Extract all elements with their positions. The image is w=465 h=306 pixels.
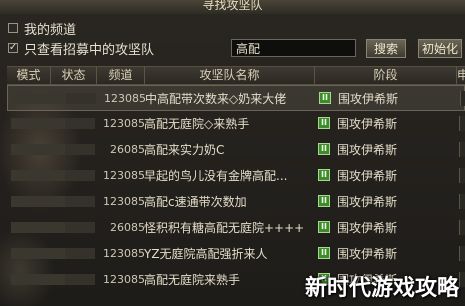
status-cell xyxy=(65,196,95,207)
apply-button[interactable] xyxy=(460,91,465,106)
mode-cell xyxy=(11,118,65,129)
search-input[interactable] xyxy=(231,39,356,57)
apply-button[interactable] xyxy=(459,194,465,209)
my-channel-checkbox[interactable] xyxy=(8,23,18,33)
team-name-cell: 早起的鸟儿没有金牌高配... xyxy=(144,169,288,183)
my-channel-label: 我的频道 xyxy=(24,22,77,38)
stage-cell: 围攻伊希斯 xyxy=(337,195,398,209)
channel-cell: 123085 xyxy=(103,117,145,130)
status-cell xyxy=(65,274,95,285)
status-cell xyxy=(65,118,95,129)
channel-cell: 123085 xyxy=(103,195,145,208)
mode-cell xyxy=(11,170,65,181)
stage-cell: 围攻伊希斯 xyxy=(338,92,399,106)
status-cell xyxy=(65,144,95,155)
col-apply[interactable]: 申 xyxy=(457,67,465,84)
channel-cell: 123085 xyxy=(104,92,146,105)
channel-cell: 26085 xyxy=(110,221,145,234)
team-name-cell: 高配无庭院◇来熟手 xyxy=(144,117,250,131)
table-row[interactable]: 123085 YZ无庭院高配强折来人 II 围攻伊希斯 xyxy=(7,241,465,267)
team-name-cell: 高配c速通带次数加 xyxy=(144,195,247,209)
my-channel-option[interactable]: 我的频道 xyxy=(8,19,77,38)
team-name-cell: 中高配带次数来◇奶来大佬 xyxy=(145,92,287,106)
mode-cell xyxy=(11,274,65,285)
table-row[interactable]: 123085 高配c速通带次数加 II 围攻伊希斯 xyxy=(7,189,465,215)
col-status[interactable]: 状态 xyxy=(51,67,97,84)
status-cell xyxy=(65,170,95,181)
apply-button[interactable] xyxy=(459,272,465,287)
stage-cell: 围攻伊希斯 xyxy=(337,169,398,183)
recruiting-status-icon: II xyxy=(318,117,330,129)
stage-cell: 围攻伊希斯 xyxy=(337,247,398,261)
status-cell xyxy=(66,93,96,104)
mode-cell xyxy=(11,144,65,155)
recruiting-status-icon: II xyxy=(318,221,330,233)
recruiting-only-option[interactable]: ✓ 只查看招募中的攻坚队 xyxy=(8,39,155,58)
channel-cell: 26085 xyxy=(110,143,145,156)
recruiting-status-icon: II xyxy=(318,169,330,181)
search-button[interactable]: 搜索 xyxy=(366,39,406,58)
table-header: 模式 状态 频道 攻坚队名称 阶段 申 xyxy=(7,66,465,85)
channel-cell: 123085 xyxy=(103,273,145,286)
stage-cell: 围攻伊希斯 xyxy=(337,143,398,157)
recruiting-status-icon: II xyxy=(319,92,331,104)
watermark: 新时代游戏攻略 xyxy=(304,276,459,301)
recruiting-only-checkbox[interactable]: ✓ xyxy=(8,43,18,53)
team-name-cell: YZ无庭院高配强折来人 xyxy=(144,247,268,261)
table-row[interactable]: 123085 中高配带次数来◇奶来大佬 II 围攻伊希斯 xyxy=(7,85,465,111)
status-cell xyxy=(65,222,95,233)
apply-button[interactable] xyxy=(459,246,465,261)
col-mode[interactable]: 模式 xyxy=(7,67,51,84)
team-name-cell: 高配无庭院来熟手 xyxy=(144,273,241,287)
col-team-name[interactable]: 攻坚队名称 xyxy=(145,67,315,84)
status-cell xyxy=(65,248,95,259)
channel-cell: 123085 xyxy=(103,247,145,260)
window-title: 寻找攻坚队 xyxy=(0,0,465,14)
table-row[interactable]: 26085 怪积积有糖高配无庭院++++ II 围攻伊希斯 xyxy=(7,215,465,241)
table-row[interactable]: 123085 早起的鸟儿没有金牌高配... II 围攻伊希斯 xyxy=(7,163,465,189)
apply-button[interactable] xyxy=(459,220,465,235)
team-name-cell: 高配来实力奶C xyxy=(144,143,225,157)
mode-cell xyxy=(11,196,65,207)
recruiting-status-icon: II xyxy=(318,143,330,155)
stage-cell: 围攻伊希斯 xyxy=(337,117,398,131)
apply-button[interactable] xyxy=(459,168,465,183)
recruiting-only-label: 只查看招募中的攻坚队 xyxy=(24,42,155,58)
mode-cell xyxy=(12,93,66,104)
recruiting-status-icon: II xyxy=(318,195,330,207)
col-channel[interactable]: 频道 xyxy=(97,67,145,84)
table-row[interactable]: 123085 高配无庭院◇来熟手 II 围攻伊希斯 xyxy=(7,111,465,137)
reset-button[interactable]: 初始化 xyxy=(418,39,462,58)
apply-button[interactable] xyxy=(459,142,465,157)
stage-cell: 围攻伊希斯 xyxy=(337,221,398,235)
team-name-cell: 怪积积有糖高配无庭院++++ xyxy=(144,221,305,235)
col-stage[interactable]: 阶段 xyxy=(315,67,457,84)
mode-cell xyxy=(11,222,65,233)
channel-cell: 123085 xyxy=(103,169,145,182)
apply-button[interactable] xyxy=(459,116,465,131)
table-row[interactable]: 26085 高配来实力奶C II 围攻伊希斯 xyxy=(7,137,465,163)
mode-cell xyxy=(11,248,65,259)
recruiting-status-icon: II xyxy=(318,247,330,259)
